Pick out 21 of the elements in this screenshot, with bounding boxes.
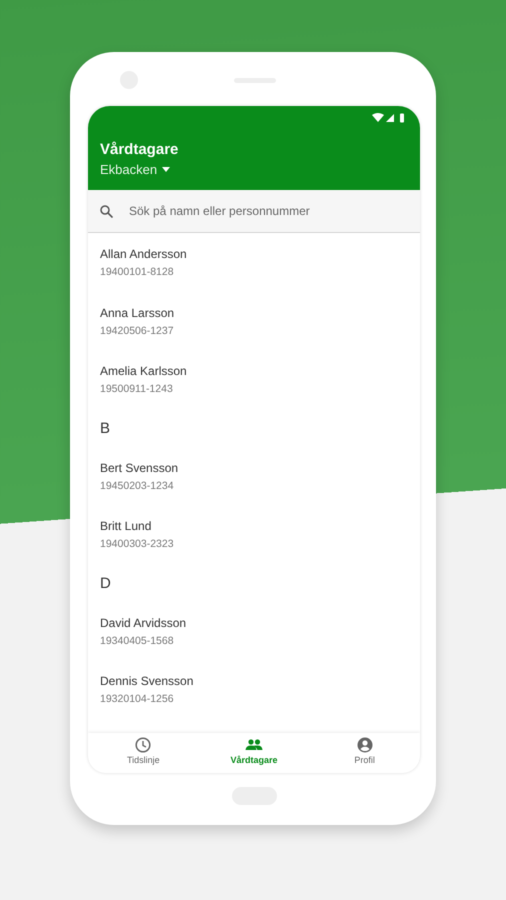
nav-tab[interactable]: Tidslinje — [88, 733, 199, 773]
caret-icon — [162, 167, 170, 172]
search-input[interactable]: Sök på namn eller personnummer — [127, 203, 408, 219]
patient-item[interactable]: David Arvidsson 19340405-1568 — [88, 602, 420, 660]
section-letter: B — [99, 418, 112, 438]
patient-item[interactable]: Britt Lund 19400303-2323 — [88, 505, 420, 564]
patient-item[interactable]: Anna Larsson 19420506-1237 — [88, 292, 420, 350]
screen-title: Vårdtagare — [100, 141, 180, 158]
patient-item[interactable]: Amelia Karlsson 19500911-1243 — [88, 350, 420, 408]
nav-tab[interactable]: Profil — [309, 733, 420, 773]
patient-item[interactable]: Bert Svensson 19450203-1234 — [88, 446, 420, 505]
patient-item[interactable]: Dennis Svensson 19320104-1256 — [88, 660, 420, 718]
search-icon — [100, 204, 113, 218]
unit-dropdown[interactable]: Ekbacken — [100, 162, 170, 177]
nav-tab[interactable]: Vårdtagare — [198, 733, 310, 773]
section-letter: D — [99, 574, 112, 594]
search-field[interactable]: Sök på namn eller personnummer — [88, 190, 420, 233]
people-icon — [245, 737, 263, 753]
account-icon — [356, 737, 373, 753]
patient-item[interactable]: Allan Andersson 19400101-8128 — [88, 233, 420, 292]
clock-icon — [135, 737, 152, 753]
